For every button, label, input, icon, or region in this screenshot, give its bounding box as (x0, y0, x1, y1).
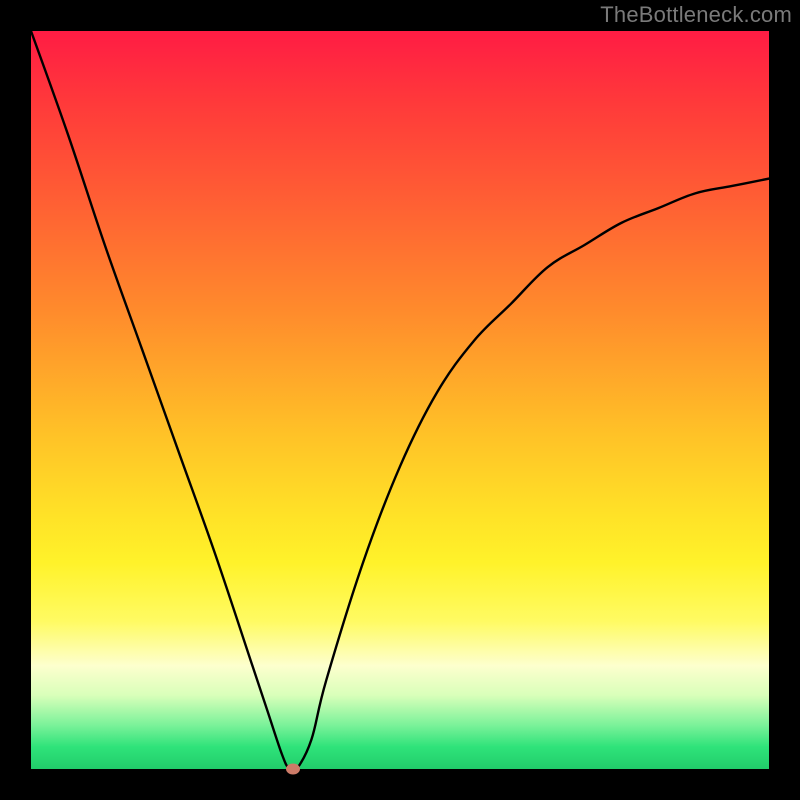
bottleneck-curve (31, 31, 769, 769)
watermark-text: TheBottleneck.com (600, 2, 792, 28)
chart-frame: TheBottleneck.com (0, 0, 800, 800)
optimal-point-marker (286, 764, 300, 775)
plot-area (31, 31, 769, 769)
